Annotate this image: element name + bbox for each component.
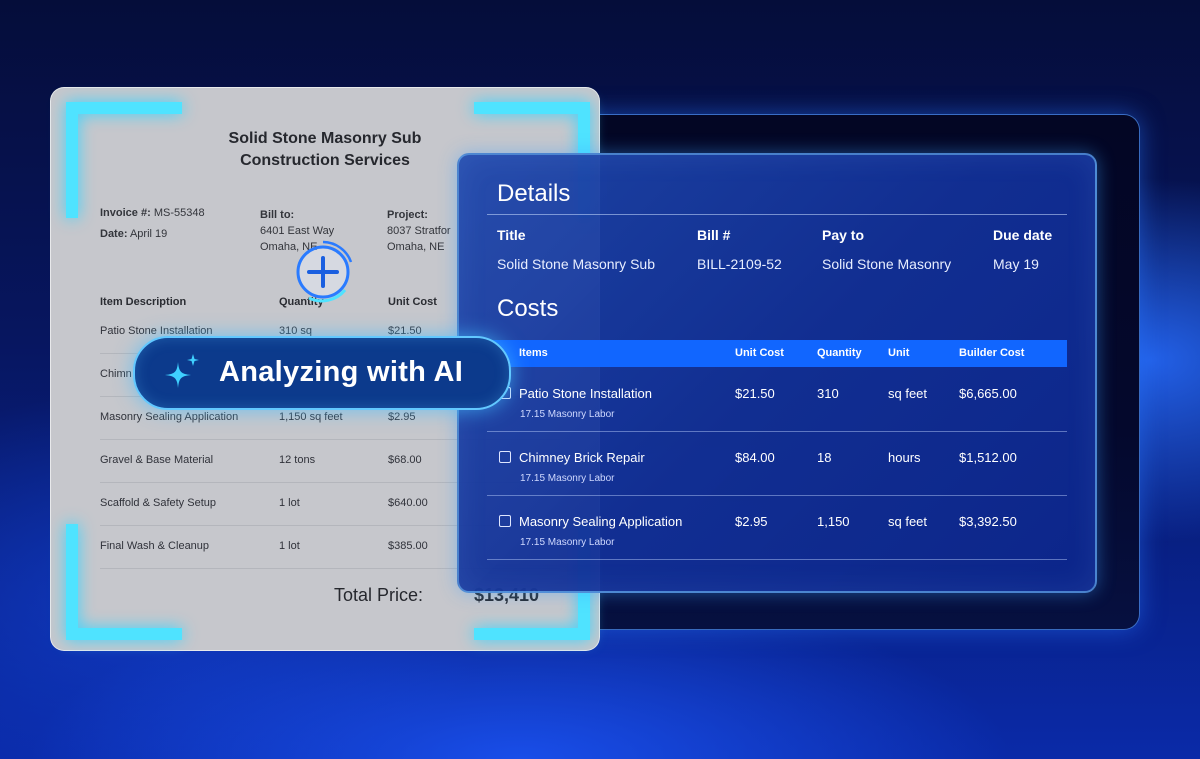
total-label: Total Price: bbox=[334, 585, 424, 605]
project-line1: 8037 Stratfor bbox=[387, 225, 451, 237]
scanner-corner-bottom-left bbox=[66, 524, 182, 640]
item-builder-cost: $3,392.50 bbox=[959, 514, 1017, 529]
due-date-label: Due date bbox=[993, 227, 1053, 243]
col-header-items: Items bbox=[519, 347, 548, 359]
details-divider bbox=[487, 214, 1067, 215]
row-description: Gravel & Base Material bbox=[100, 454, 214, 466]
item-quantity: 310 bbox=[817, 386, 839, 401]
analyzing-label: Analyzing with AI bbox=[219, 356, 464, 388]
row-quantity: 1 lot bbox=[279, 497, 300, 509]
costs-table-header: Items Unit Cost Quantity Unit Builder Co… bbox=[487, 340, 1067, 367]
bill-to-label: Bill to: bbox=[260, 209, 295, 221]
pay-to-label: Pay to bbox=[822, 227, 865, 243]
item-name: Masonry Sealing Application bbox=[519, 514, 683, 529]
item-unit: hours bbox=[888, 450, 921, 465]
item-builder-cost: $1,512.00 bbox=[959, 450, 1017, 465]
item-cost-code: 17.15 Masonry Labor bbox=[520, 537, 615, 548]
row-unit-cost: $385.00 bbox=[388, 540, 428, 552]
table-row: Masonry Sealing Application 17.15 Masonr… bbox=[487, 495, 1067, 560]
project-label: Project: bbox=[387, 209, 428, 221]
bill-number-label: Bill # bbox=[697, 227, 731, 243]
invoice-date-label: Date: bbox=[100, 228, 128, 240]
item-cost-code: 17.15 Masonry Labor bbox=[520, 473, 615, 484]
row-quantity: 12 tons bbox=[279, 454, 316, 466]
title-label: Title bbox=[497, 227, 526, 243]
title-value: Solid Stone Masonry Sub bbox=[497, 256, 655, 272]
col-header-unit-cost: Unit Cost bbox=[388, 296, 437, 308]
item-name: Patio Stone Installation bbox=[519, 386, 652, 401]
item-quantity: 18 bbox=[817, 450, 832, 465]
item-unit-cost: $2.95 bbox=[735, 514, 768, 529]
details-panel: Details Title Bill # Pay to Due date Sol… bbox=[457, 153, 1097, 593]
bill-to-line1: 6401 East Way bbox=[260, 225, 335, 237]
col-header-quantity: Quantity bbox=[817, 347, 862, 359]
table-row: Patio Stone Installation 17.15 Masonry L… bbox=[487, 367, 1067, 432]
sparkle-icon bbox=[165, 354, 199, 388]
item-cost-code: 17.15 Masonry Labor bbox=[520, 409, 615, 420]
bill-number-value: BILL-2109-52 bbox=[697, 256, 782, 272]
col-header-builder-cost: Builder Cost bbox=[959, 347, 1025, 359]
row-description: Scaffold & Safety Setup bbox=[100, 497, 216, 509]
item-unit-cost: $21.50 bbox=[735, 386, 775, 401]
row-checkbox[interactable] bbox=[499, 515, 511, 527]
col-header-unit: Unit bbox=[888, 347, 910, 359]
project-line2: Omaha, NE bbox=[387, 241, 445, 253]
details-heading: Details bbox=[497, 180, 571, 207]
row-quantity: 1,150 sq feet bbox=[279, 411, 343, 423]
item-unit-cost: $84.00 bbox=[735, 450, 775, 465]
col-header-description: Item Description bbox=[100, 296, 187, 308]
item-unit: sq feet bbox=[888, 514, 928, 529]
costs-heading: Costs bbox=[497, 295, 559, 322]
project-block: Project: 8037 Stratfor Omaha, NE bbox=[387, 207, 451, 255]
col-header-unit-cost: Unit Cost bbox=[735, 347, 784, 359]
add-scan-icon bbox=[296, 240, 353, 303]
item-name: Chimney Brick Repair bbox=[519, 450, 645, 465]
row-unit-cost: $2.95 bbox=[388, 411, 416, 423]
due-date-value: May 19 bbox=[993, 256, 1039, 272]
analyzing-ai-badge: Analyzing with AI bbox=[133, 336, 511, 410]
row-checkbox[interactable] bbox=[499, 451, 511, 463]
scanner-corner-top-left bbox=[66, 102, 182, 218]
row-description: Chimn bbox=[100, 368, 132, 380]
row-unit-cost: $68.00 bbox=[388, 454, 422, 466]
item-builder-cost: $6,665.00 bbox=[959, 386, 1017, 401]
pay-to-value: Solid Stone Masonry bbox=[822, 256, 952, 272]
invoice-date: April 19 bbox=[129, 228, 168, 240]
item-quantity: 1,150 bbox=[817, 514, 850, 529]
table-row: Chimney Brick Repair 17.15 Masonry Labor… bbox=[487, 431, 1067, 496]
row-quantity: 1 lot bbox=[279, 540, 300, 552]
row-description: Masonry Sealing Application bbox=[100, 411, 239, 423]
row-unit-cost: $640.00 bbox=[388, 497, 428, 509]
item-unit: sq feet bbox=[888, 386, 928, 401]
